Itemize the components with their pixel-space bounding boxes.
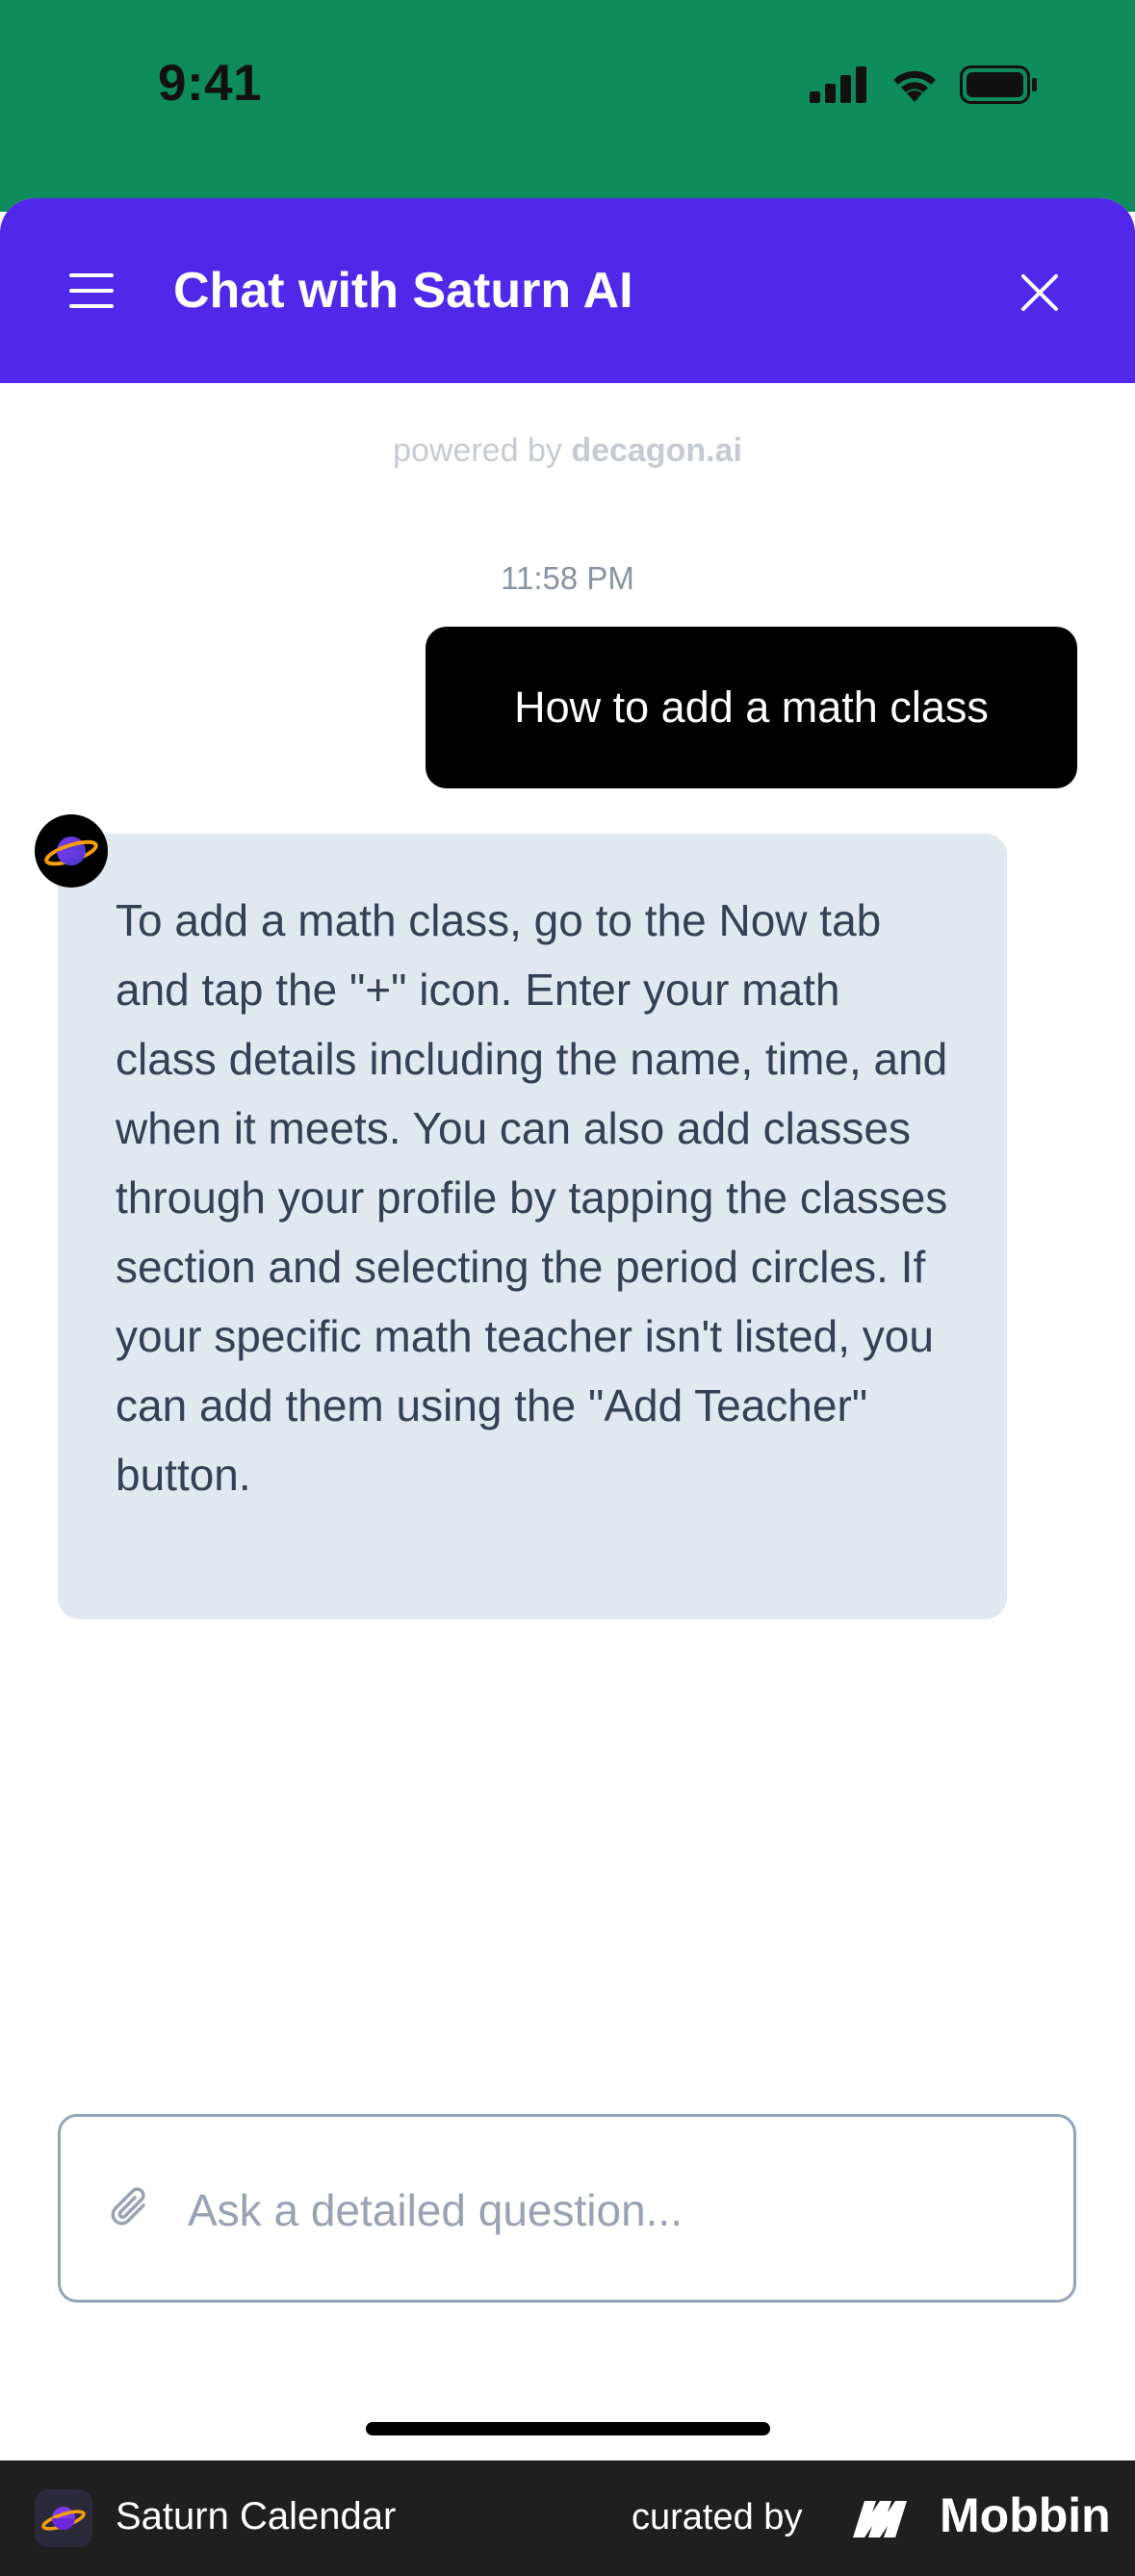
- wifi-icon: [893, 70, 936, 102]
- chat-sheet: Chat with Saturn AI powered by decagon.a…: [0, 198, 1135, 2576]
- chat-title: Chat with Saturn AI: [173, 263, 633, 319]
- user-message-text: How to add a math class: [514, 683, 989, 732]
- composer: [58, 2114, 1076, 2303]
- assistant-message-text: To add a math class, go to the Now tab a…: [116, 895, 948, 1500]
- status-time: 9:41: [158, 55, 263, 112]
- app-name: Saturn Calendar: [116, 2495, 397, 2537]
- assistant-message-bubble: To add a math class, go to the Now tab a…: [58, 834, 1007, 1619]
- saturn-app-icon: [35, 2489, 92, 2547]
- menu-icon[interactable]: [69, 271, 114, 310]
- powered-by-brand[interactable]: decagon.ai: [571, 432, 742, 469]
- battery-icon: [960, 65, 1037, 104]
- mobbin-brand: Mobbin: [940, 2488, 1111, 2542]
- powered-by-prefix: powered by: [393, 432, 572, 469]
- status-icons: [810, 62, 1039, 108]
- message-timestamp: 11:58 PM: [501, 560, 634, 596]
- user-message-bubble: How to add a math class: [426, 627, 1077, 788]
- chat-header: Chat with Saturn AI: [0, 198, 1135, 383]
- home-indicator: [366, 2422, 770, 2435]
- powered-by: powered by decagon.ai: [0, 432, 1135, 470]
- signal-icon: [810, 66, 866, 103]
- mobbin-logo-icon: [853, 2501, 907, 2537]
- question-input[interactable]: [186, 2165, 1037, 2255]
- paperclip-icon[interactable]: [109, 2186, 153, 2230]
- saturn-planet-icon: [35, 814, 108, 888]
- close-icon[interactable]: [1020, 273, 1059, 312]
- status-bar: 9:41: [0, 0, 1135, 212]
- attribution-footer: Saturn Calendar curated by Mobbin: [0, 2460, 1135, 2576]
- curated-by-label: curated by: [632, 2497, 803, 2537]
